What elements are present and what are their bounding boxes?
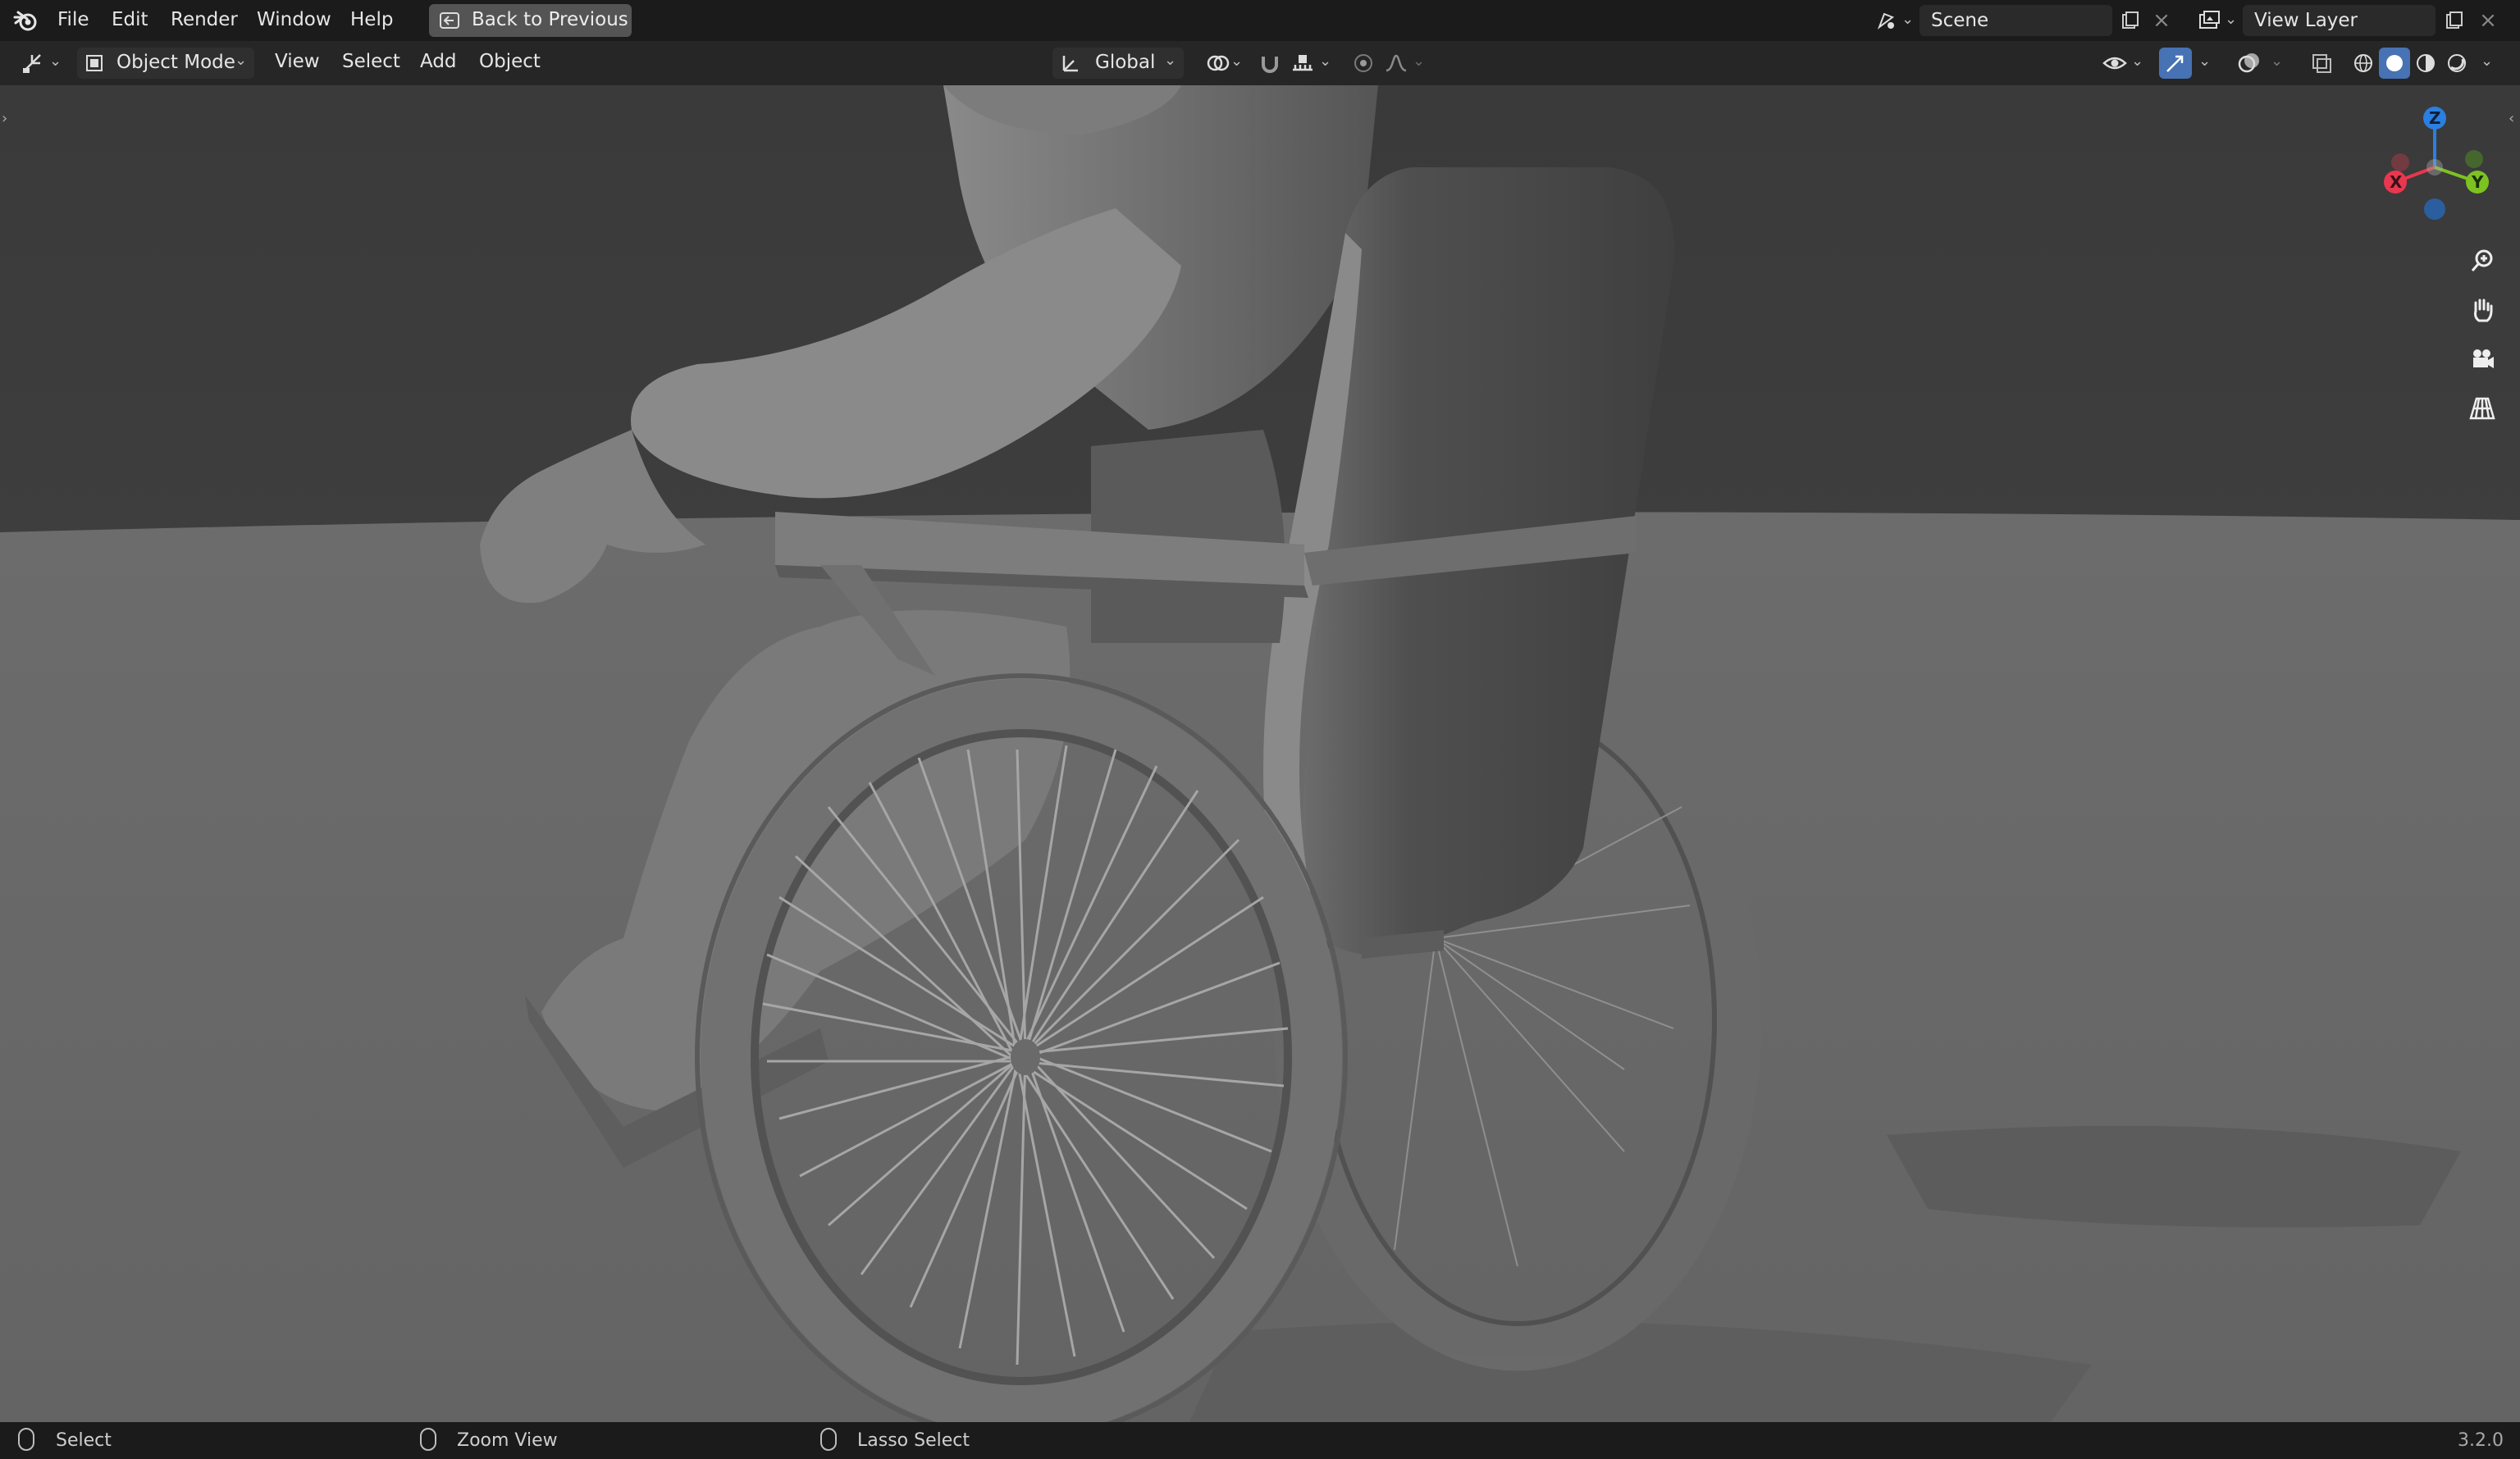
menu-add[interactable]: Add	[420, 51, 457, 72]
solid-shading-icon[interactable]	[2379, 48, 2410, 79]
snap-caret[interactable]: ⌄	[1319, 52, 1331, 70]
camera-view-icon[interactable]	[2463, 340, 2502, 379]
view-layer-name: View Layer	[2254, 10, 2358, 31]
overlays-caret[interactable]: ⌄	[2271, 52, 2283, 70]
back-to-previous-button[interactable]: Back to Previous	[429, 4, 632, 37]
mode-caret: ⌄	[235, 52, 248, 69]
orientation-icon	[1059, 52, 1082, 74]
status-bar	[0, 1422, 2520, 1459]
mouse-left-icon	[18, 1428, 34, 1451]
gizmo-z-label: Z	[2429, 108, 2441, 128]
mode-selector[interactable]: Object Mode ⌄	[77, 48, 254, 79]
rendered-shading-icon[interactable]	[2441, 48, 2472, 79]
orientation-caret: ⌄	[1164, 52, 1177, 69]
delete-scene-icon[interactable]: ×	[2149, 7, 2174, 34]
back-arrow-icon	[437, 9, 462, 32]
menu-render[interactable]: Render	[171, 9, 238, 30]
pan-view-hand-icon[interactable]	[2463, 290, 2502, 330]
editor-type-caret[interactable]: ⌄	[49, 52, 62, 70]
gizmo-caret[interactable]: ⌄	[2198, 52, 2211, 70]
viewport-scene	[0, 85, 2520, 1422]
object-mode-icon	[84, 52, 105, 74]
snap-target-icon[interactable]	[1286, 48, 1319, 79]
new-view-layer-icon[interactable]	[2440, 7, 2468, 34]
menu-view[interactable]: View	[275, 51, 320, 72]
menu-help[interactable]: Help	[350, 9, 393, 30]
falloff-icon[interactable]	[1380, 48, 1413, 79]
blender-logo-icon[interactable]	[11, 7, 39, 34]
new-scene-icon[interactable]	[2116, 7, 2144, 34]
orientation-label: Global	[1095, 52, 1156, 73]
navigation-gizmo[interactable]: Z X Y	[2371, 102, 2502, 249]
material-preview-icon[interactable]	[2410, 48, 2441, 79]
falloff-caret[interactable]: ⌄	[1413, 52, 1425, 70]
mode-label: Object Mode	[116, 52, 235, 73]
sidebar-expand-icon[interactable]: ‹	[2509, 110, 2514, 127]
menu-file[interactable]: File	[57, 9, 89, 30]
toolbar-expand-icon[interactable]: ›	[2, 110, 7, 127]
gizmo-x-label: X	[2390, 172, 2403, 192]
mouse-middle-icon	[420, 1428, 436, 1451]
menu-select[interactable]: Select	[342, 51, 400, 72]
scene-name: Scene	[1931, 10, 1989, 31]
proportional-editing-icon[interactable]	[1347, 48, 1380, 79]
zoom-view-icon[interactable]	[2463, 241, 2502, 280]
mouse-right-icon	[820, 1428, 837, 1451]
view-layer-name-field[interactable]: View Layer	[2243, 5, 2436, 36]
editor-type-icon[interactable]	[16, 49, 49, 77]
version-label: 3.2.0	[2458, 1430, 2504, 1451]
status-zoom-view: Zoom View	[457, 1430, 558, 1451]
status-lasso-select: Lasso Select	[857, 1430, 970, 1451]
transform-orientation-selector[interactable]: Global ⌄	[1052, 48, 1184, 79]
delete-view-layer-icon[interactable]: ×	[2476, 7, 2500, 34]
wireframe-shading-icon[interactable]	[2348, 48, 2379, 79]
scene-icon[interactable]	[1872, 7, 1900, 34]
menu-object[interactable]: Object	[479, 51, 541, 72]
scene-dropdown-caret[interactable]: ⌄	[1901, 11, 1914, 28]
shading-caret[interactable]: ⌄	[2481, 52, 2493, 70]
visibility-caret[interactable]: ⌄	[2131, 52, 2143, 70]
view-layer-icon[interactable]	[2195, 7, 2223, 34]
menu-window[interactable]: Window	[257, 9, 331, 30]
back-to-previous-label: Back to Previous	[472, 9, 628, 30]
menu-edit[interactable]: Edit	[112, 9, 148, 30]
scene-name-field[interactable]: Scene	[1920, 5, 2112, 36]
view-layer-dropdown-caret[interactable]: ⌄	[2225, 11, 2237, 28]
top-bar: File Edit Render Window Help Back to Pre…	[0, 0, 2520, 41]
visibility-icon[interactable]	[2098, 48, 2131, 79]
pivot-caret[interactable]: ⌄	[1230, 52, 1243, 70]
3d-viewport[interactable]: › ‹ Z X Y	[0, 85, 2520, 1422]
snap-toggle-icon[interactable]	[1253, 48, 1286, 79]
overlays-toggle-icon[interactable]	[2233, 48, 2266, 79]
gizmo-toggle-icon[interactable]	[2159, 48, 2192, 79]
gizmo-y-label: Y	[2472, 172, 2484, 192]
status-select: Select	[56, 1430, 112, 1451]
perspective-toggle-icon[interactable]	[2463, 389, 2502, 428]
xray-toggle-icon[interactable]	[2305, 48, 2338, 79]
